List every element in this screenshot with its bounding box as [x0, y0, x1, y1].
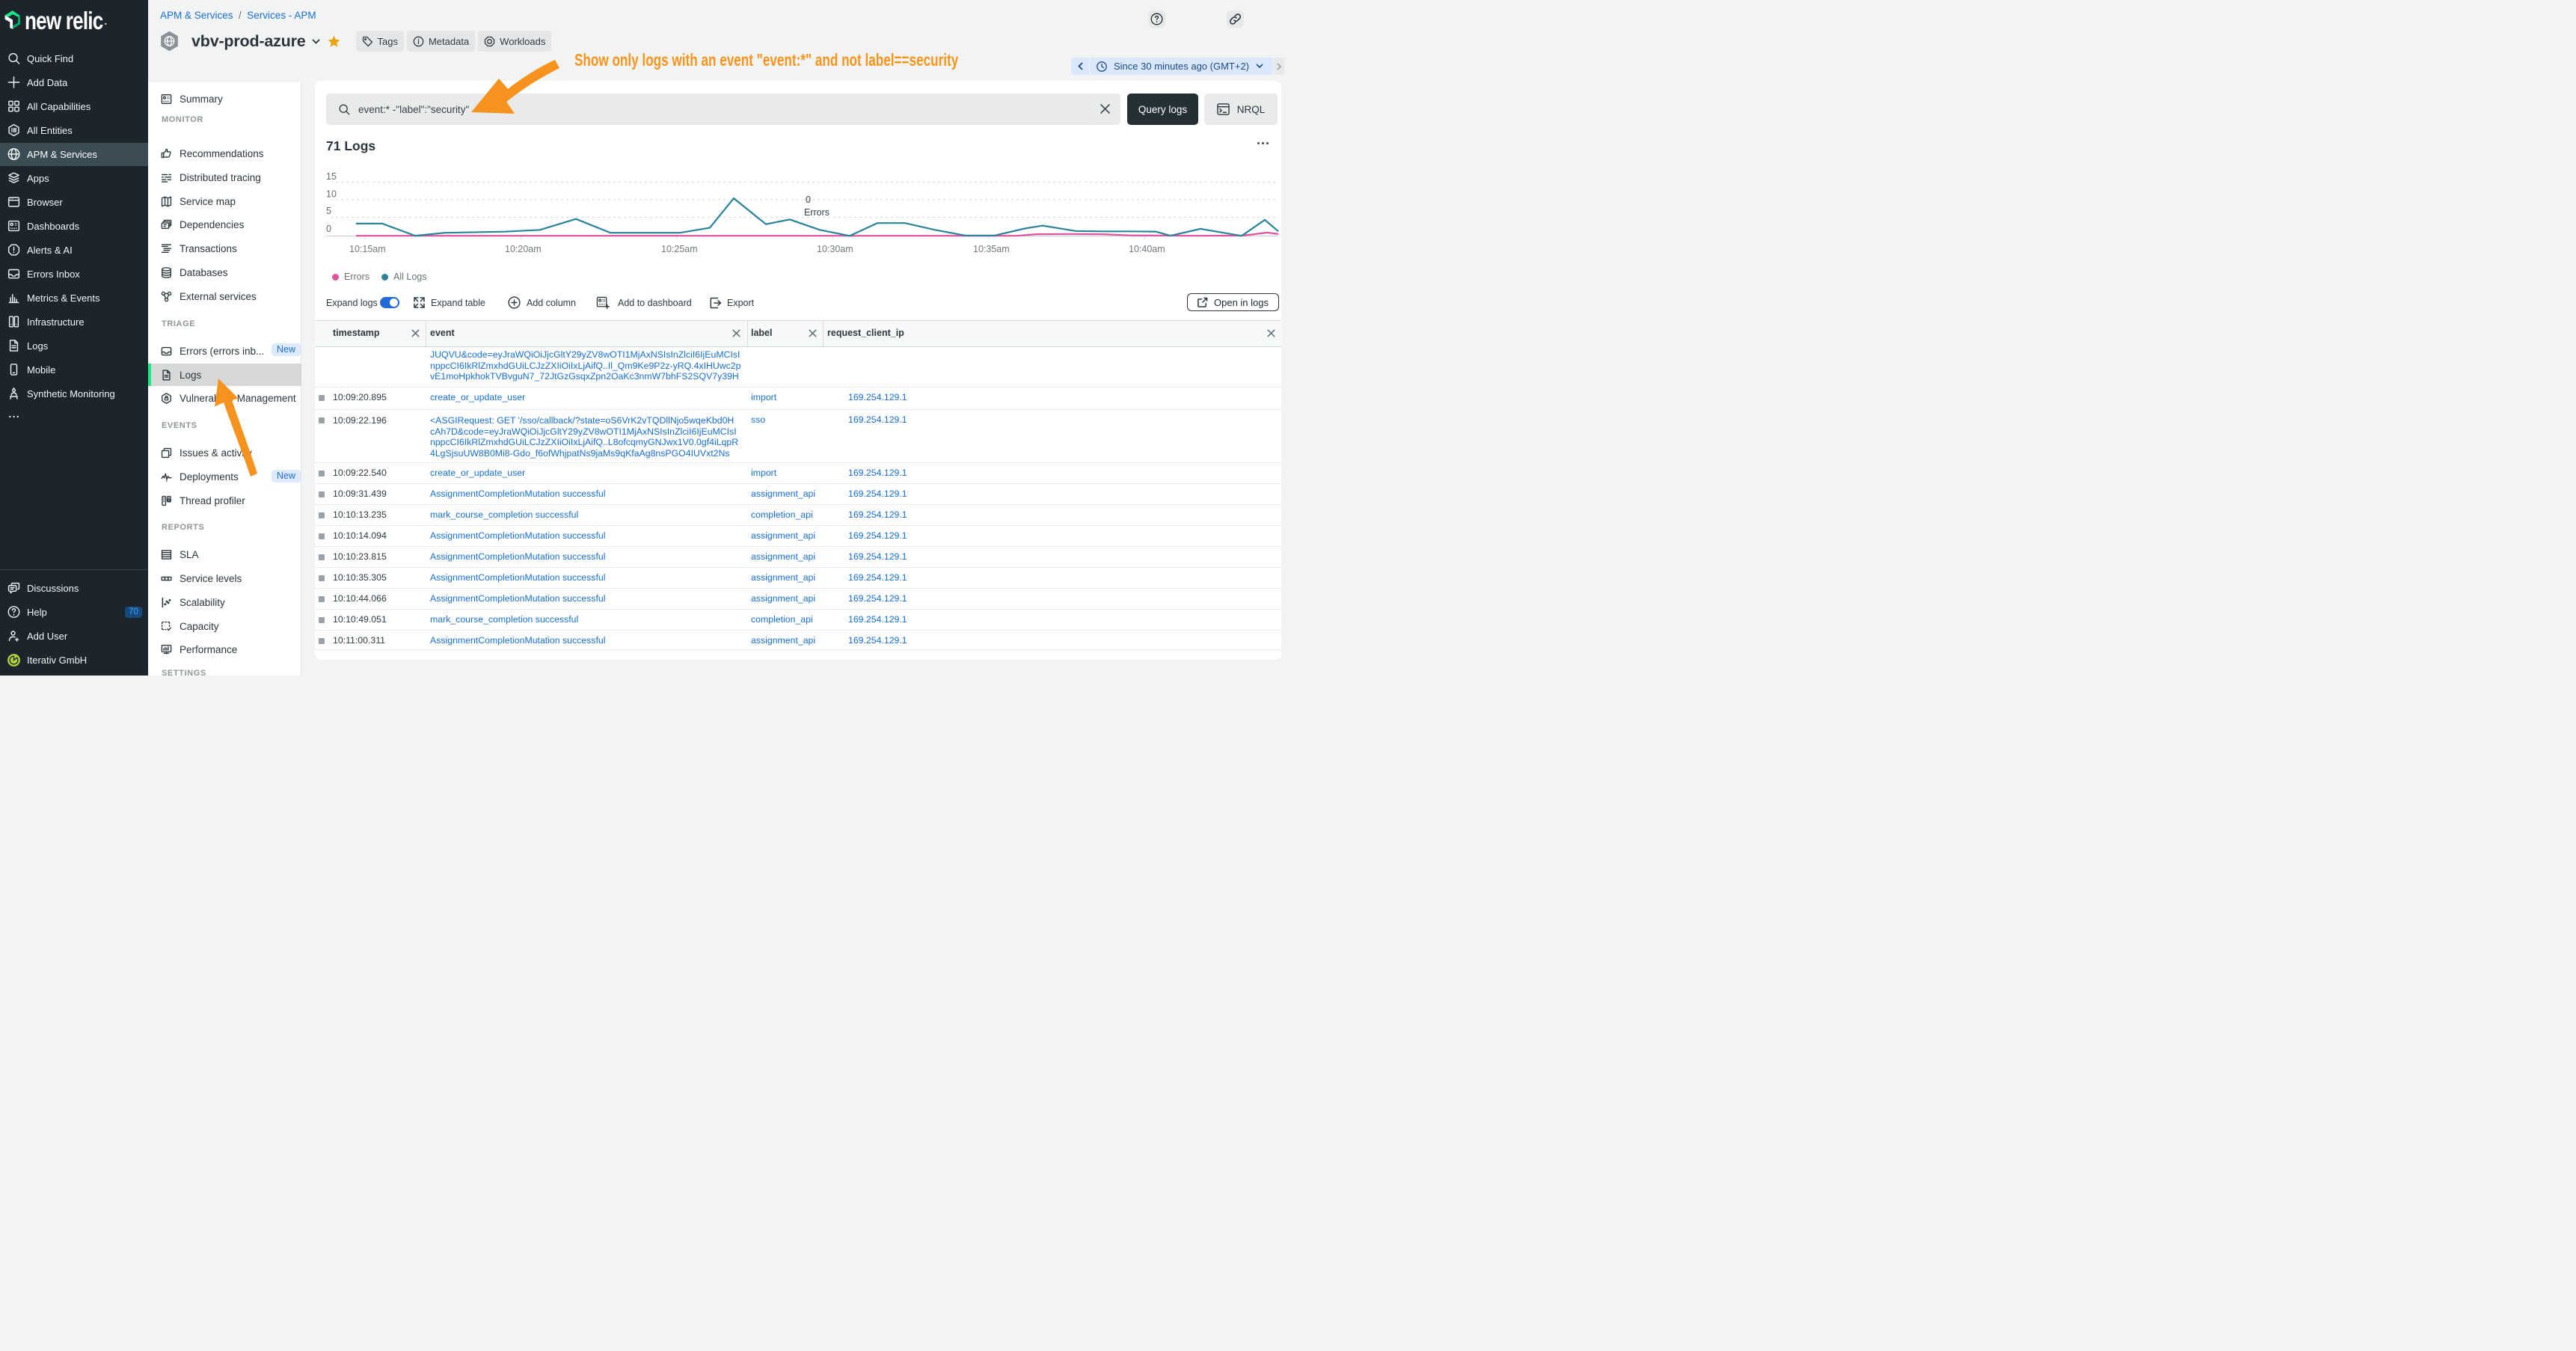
svg-text:0: 0 [806, 194, 811, 205]
svg-text:10:30am: 10:30am [817, 244, 853, 254]
svg-text:10:25am: 10:25am [661, 244, 698, 254]
svg-text:Errors: Errors [804, 207, 829, 218]
svg-text:10:20am: 10:20am [505, 244, 542, 254]
svg-text:10:35am: 10:35am [973, 244, 1010, 254]
svg-text:10:15am: 10:15am [349, 244, 386, 254]
svg-text:5: 5 [326, 206, 331, 216]
svg-text:10: 10 [326, 189, 337, 200]
svg-text:15: 15 [326, 171, 337, 182]
svg-text:0: 0 [326, 224, 331, 234]
svg-text:10:40am: 10:40am [1129, 244, 1165, 254]
